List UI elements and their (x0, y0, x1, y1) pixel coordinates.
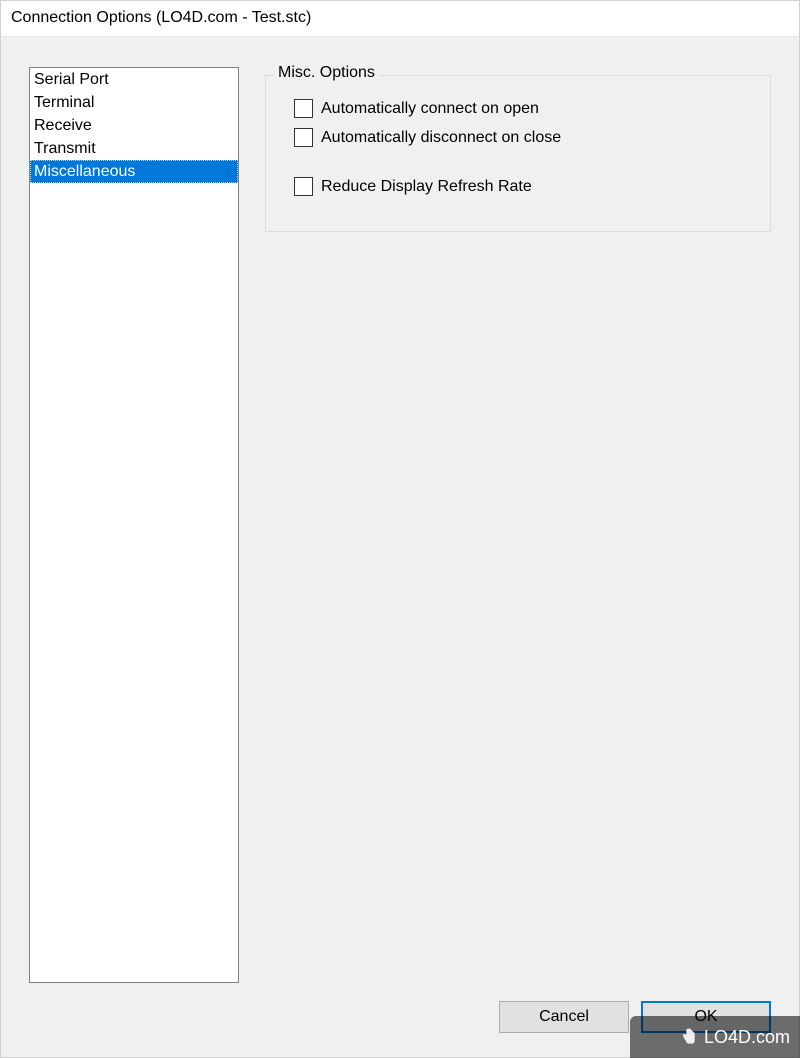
nav-item-transmit[interactable]: Transmit (30, 137, 238, 160)
checkbox-row-auto-connect: Automatically connect on open (282, 94, 754, 123)
nav-item-label: Serial Port (34, 71, 109, 88)
checkbox-reduce-refresh[interactable] (294, 177, 313, 196)
checkbox-label: Automatically connect on open (321, 100, 539, 118)
window-title: Connection Options (LO4D.com - Test.stc) (11, 9, 311, 26)
cancel-button[interactable]: Cancel (499, 1001, 629, 1033)
hand-icon (678, 1027, 698, 1047)
nav-item-label: Miscellaneous (34, 163, 135, 180)
client-area: Serial Port Terminal Receive Transmit Mi… (1, 37, 799, 1057)
nav-item-serial-port[interactable]: Serial Port (30, 68, 238, 91)
watermark-text: LO4D.com (704, 1027, 790, 1048)
misc-options-group: Misc. Options Automatically connect on o… (265, 75, 771, 232)
nav-item-label: Transmit (34, 140, 96, 157)
nav-item-receive[interactable]: Receive (30, 114, 238, 137)
content-row: Serial Port Terminal Receive Transmit Mi… (29, 67, 771, 983)
nav-item-miscellaneous[interactable]: Miscellaneous (30, 160, 238, 183)
checkbox-auto-connect[interactable] (294, 99, 313, 118)
checkbox-auto-disconnect[interactable] (294, 128, 313, 147)
dialog-window: Connection Options (LO4D.com - Test.stc)… (0, 0, 800, 1058)
titlebar: Connection Options (LO4D.com - Test.stc) (1, 1, 799, 37)
checkbox-label: Automatically disconnect on close (321, 129, 561, 147)
groupbox-legend: Misc. Options (274, 64, 379, 82)
checkbox-row-auto-disconnect: Automatically disconnect on close (282, 123, 754, 152)
nav-item-label: Receive (34, 117, 92, 134)
checkbox-label: Reduce Display Refresh Rate (321, 178, 532, 196)
checkbox-row-reduce-refresh: Reduce Display Refresh Rate (282, 172, 754, 201)
watermark: LO4D.com (630, 1016, 800, 1058)
nav-item-label: Terminal (34, 94, 94, 111)
category-list[interactable]: Serial Port Terminal Receive Transmit Mi… (29, 67, 239, 983)
options-pane: Misc. Options Automatically connect on o… (265, 67, 771, 983)
nav-item-terminal[interactable]: Terminal (30, 91, 238, 114)
